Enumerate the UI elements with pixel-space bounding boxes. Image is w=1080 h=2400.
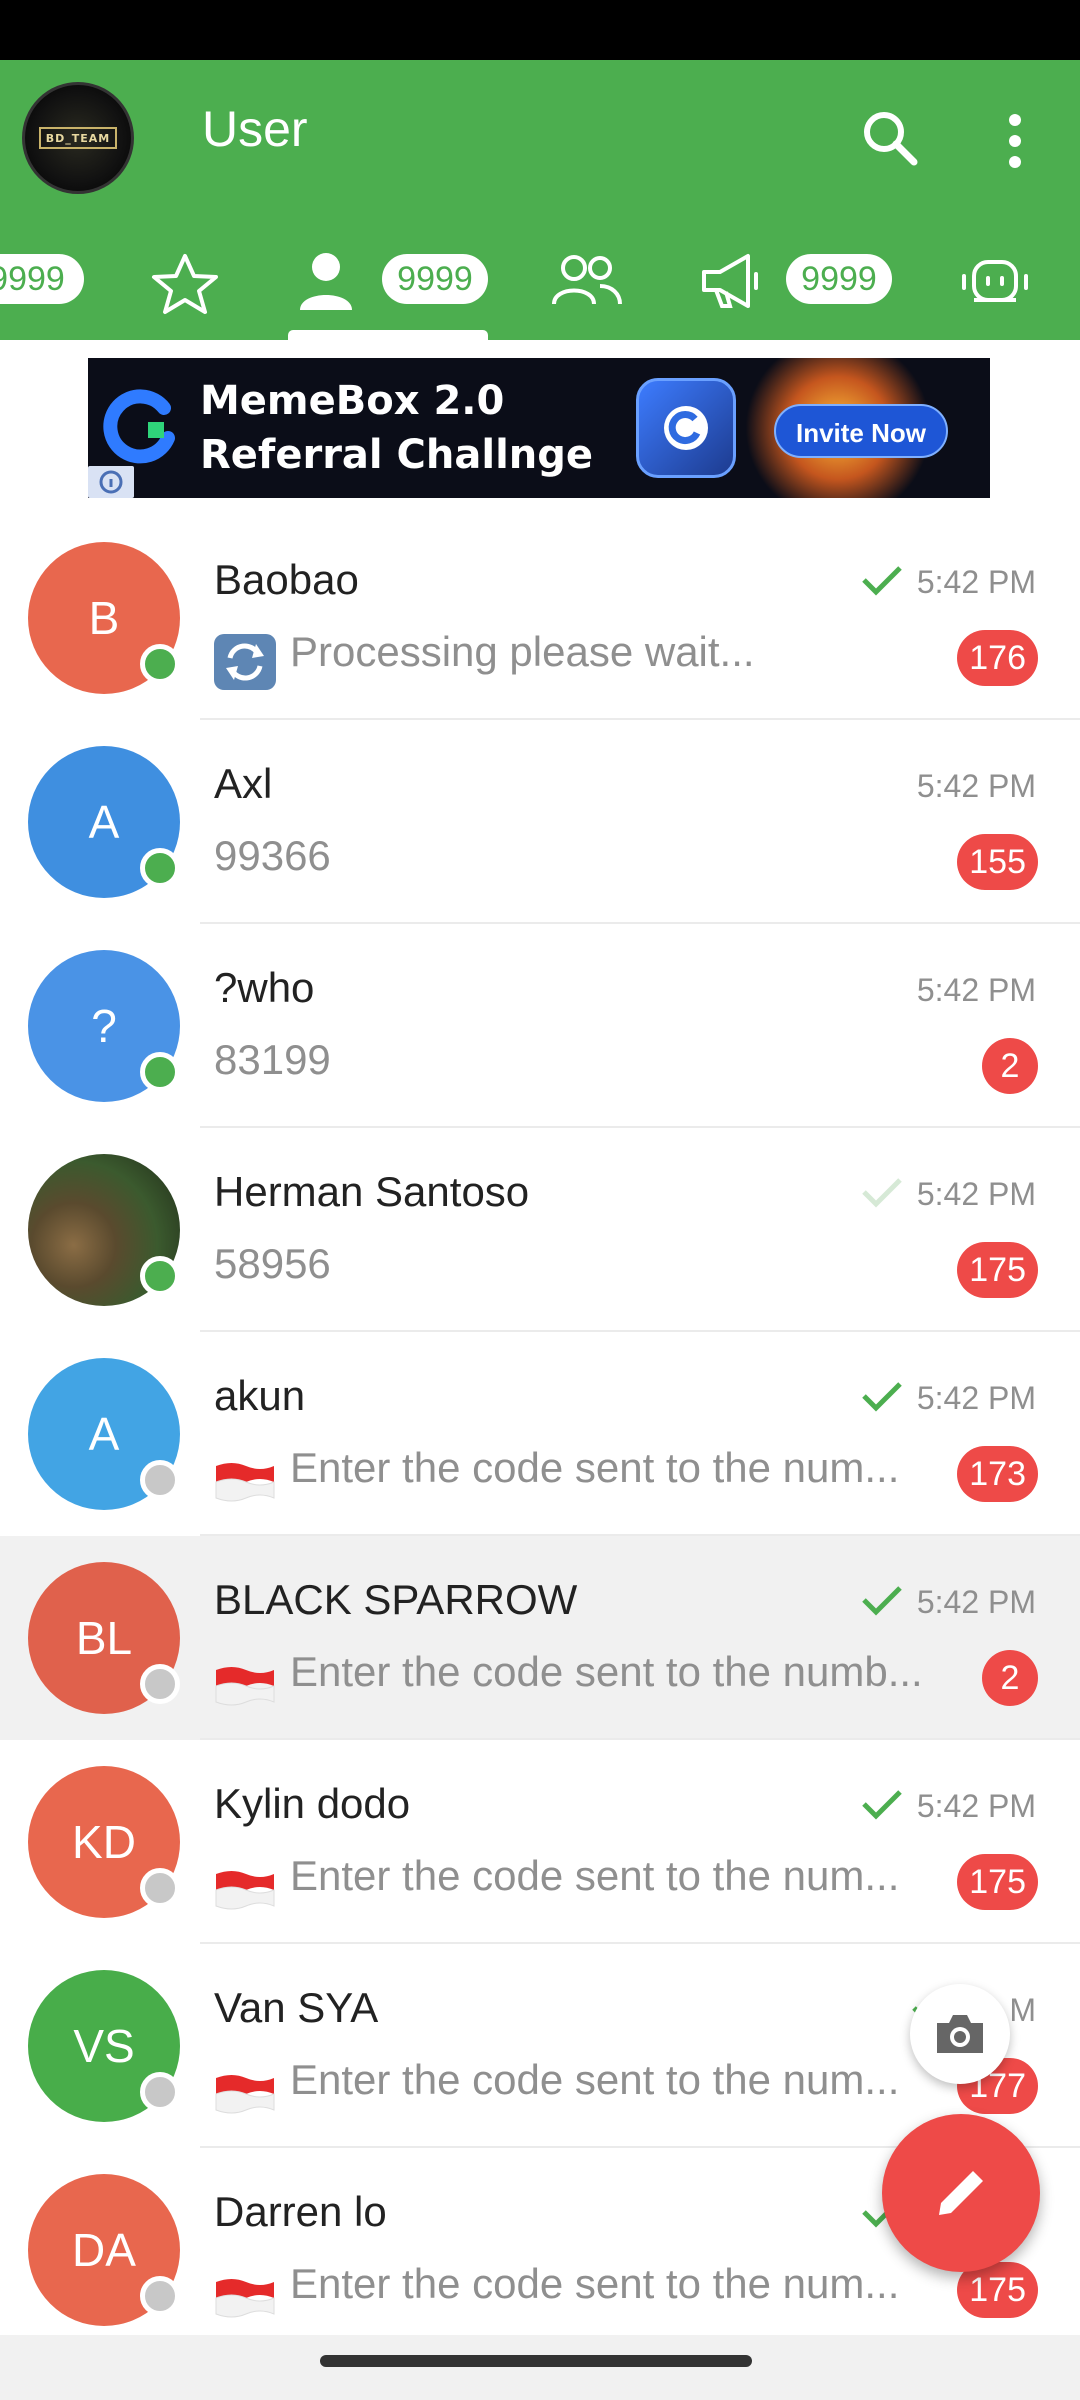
chat-time: 5:42 PM [916,972,1036,1008]
chat-name: akun [214,1372,306,1419]
tab-badge: 9999 [382,254,488,304]
offline-status-dot [140,1460,180,1500]
ad-title: MemeBox 2.0 [200,378,505,424]
flag-icon [212,1448,278,1508]
chat-last-message: Enter the code sent to the num... [290,2260,900,2307]
chat-name: Axl [214,760,273,807]
flag-icon [212,1652,278,1712]
chat-list-item[interactable]: BL BLACK SPARROW 5:42 PM Enter the code sen… [0,1536,1080,1740]
read-check-icon [862,566,902,596]
unread-count-badge: 175 [957,1854,1038,1910]
chat-list-item[interactable]: KD Kylin dodo 5:42 PM Enter the code sent t… [0,1740,1080,1944]
flag-icon [212,2264,278,2324]
chat-last-message: 99366 [214,832,331,879]
account-avatar[interactable]: BD_TEAM [22,82,134,194]
star-icon[interactable] [150,252,220,316]
more-menu-icon[interactable] [990,106,1040,176]
bot-icon[interactable] [958,248,1032,314]
active-tab-indicator [288,330,488,340]
chat-list-item[interactable]: Aakun 5:42 PM Enter the code sent to the n… [0,1332,1080,1536]
flag-icon [212,2060,278,2120]
invite-now-button[interactable]: Invite Now [774,404,948,458]
camera-icon [937,2015,983,2053]
camera-button[interactable] [910,1984,1010,2084]
chat-time: 5:42 PM [916,1584,1036,1620]
offline-status-dot [140,2276,180,2316]
chat-time: 5:42 PM [916,1380,1036,1416]
chat-name: Van SYA [214,1984,379,2031]
chat-list-item[interactable]: ? ?who 5:42 PM 83199 2 [0,924,1080,1128]
chat-time: M [1009,1992,1036,2028]
person-icon [300,253,352,310]
folder-tabs: 9999 9999 9999 [0,238,1080,340]
chat-name: BLACK SPARROW [214,1576,578,1623]
chat-time: 5:42 PM [916,1176,1036,1212]
brand-logo-icon [103,389,175,464]
app-bar: BD_TEAM User 999 9 999 9999 [0,60,1080,340]
online-status-dot [140,848,180,888]
online-status-dot [140,1256,180,1296]
unread-count-badge: 176 [957,630,1038,686]
chat-name: Kylin dodo [214,1780,411,1827]
chat-name: ?who [214,964,315,1011]
chat-last-message: 58956 [214,1240,331,1287]
account-logo-text: BD_TEAM [39,127,117,149]
chat-last-message: Enter the code sent to the num... [290,2056,900,2103]
unread-count-badge: 2 [982,1038,1038,1094]
online-status-dot [140,1052,180,1092]
chat-list-item[interactable]: A Axl 5:42 PM 99366 155 [0,720,1080,924]
tab-badge: 9999 [786,254,892,304]
chat-last-message: Enter the code sent to the num... [290,1852,900,1899]
chat-time: 5:42 PM [916,768,1036,804]
sync-icon [212,632,278,692]
chat-time: 5:42 PM [916,1788,1036,1824]
chat-last-message: Enter the code sent to the numb... [290,1648,923,1695]
chat-time: 5:42 PM [916,564,1036,600]
online-status-dot [140,644,180,684]
ad-banner[interactable]: MemeBox 2.0 Referral Challnge Invite Now [88,358,990,498]
status-bar [0,0,1080,60]
offline-status-dot [140,1868,180,1908]
home-handle[interactable] [320,2355,752,2367]
chat-name: Herman Santoso [214,1168,530,1215]
chat-list-item[interactable]: B Baobao 5:42 PM Processing please wait... 1… [0,516,1080,720]
ad-info-icon[interactable] [88,466,134,498]
unread-count-badge: 155 [957,834,1038,890]
chat-list-item[interactable]: Herman Santoso 5:42 PM 58956 175 [0,1128,1080,1332]
ad-subtitle: Referral Challnge [200,432,594,478]
chat-last-message: Processing please wait... [290,628,755,675]
search-icon[interactable] [858,106,922,170]
unread-count-badge: 173 [957,1446,1038,1502]
unread-count-badge: 175 [957,1242,1038,1298]
read-check-icon [862,1586,902,1616]
offline-status-dot [140,2072,180,2112]
chat-last-message: Enter the code sent to the num... [290,1444,900,1491]
chat-name: Darren lo [214,2188,387,2235]
read-check-icon [862,1178,902,1208]
pencil-icon [939,2171,983,2215]
system-nav-bar [0,2335,1080,2400]
chat-name: Baobao [214,556,359,603]
group-icon[interactable] [550,250,624,312]
offline-status-dot [140,1664,180,1704]
flag-icon [212,1856,278,1916]
app-tile-icon [636,378,736,478]
read-check-icon [862,1790,902,1820]
tab-badge: 9999 [0,254,84,304]
page-title: User [202,101,308,157]
megaphone-icon [702,254,758,308]
compose-button[interactable] [882,2114,1040,2272]
chat-last-message: 83199 [214,1036,331,1083]
unread-count-badge: 2 [982,1650,1038,1706]
read-check-icon [862,1382,902,1412]
